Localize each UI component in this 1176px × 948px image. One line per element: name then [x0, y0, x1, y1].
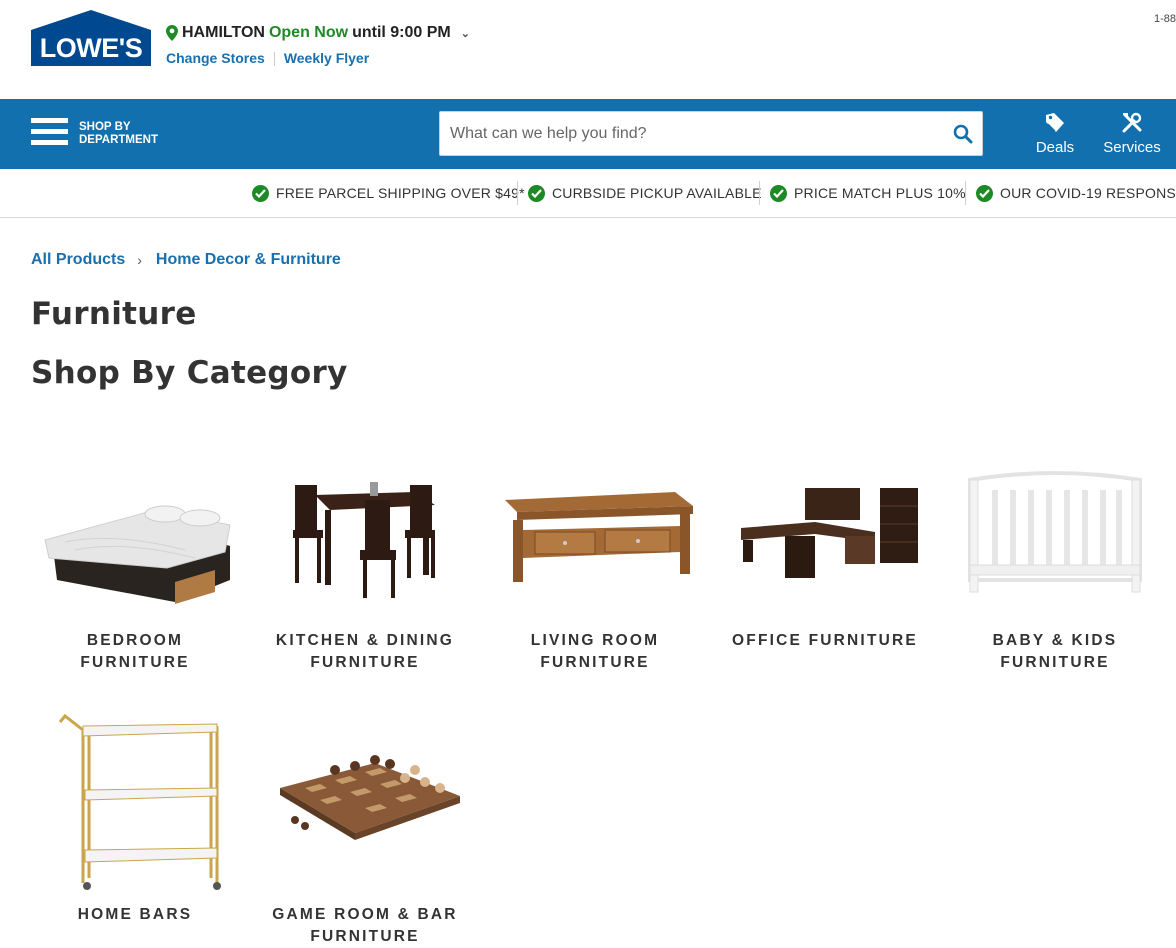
store-selector[interactable]: HAMILTON Open Now until 9:00 PM ⌄	[166, 24, 470, 42]
category-label: BABY & KIDS	[992, 632, 1118, 649]
promo-free-shipping[interactable]: FREE PARCEL SHIPPING OVER $49*	[252, 183, 525, 203]
category-game-room-bar-furniture[interactable]: GAME ROOM & BAR FURNITURE	[260, 708, 470, 948]
breadcrumb-all-products[interactable]: All Products	[31, 251, 125, 269]
breadcrumb-home-decor[interactable]: Home Decor & Furniture	[156, 251, 341, 269]
category-bedroom-furniture[interactable]: BEDROOM FURNITURE	[30, 470, 240, 674]
search-icon[interactable]	[953, 124, 973, 144]
services-button[interactable]: Services	[1100, 111, 1164, 156]
search-box	[439, 111, 983, 156]
category-office-furniture[interactable]: OFFICE FURNITURE	[720, 470, 930, 652]
shop-by-label: SHOP BY	[79, 121, 131, 133]
category-label: FURNITURE	[80, 654, 190, 671]
promo-curbside-pickup[interactable]: CURBSIDE PICKUP AVAILABLE	[528, 183, 762, 203]
divider	[759, 181, 760, 205]
category-label: GAME ROOM & BAR	[272, 906, 458, 923]
location-pin-icon	[166, 25, 178, 41]
office-desk-image	[725, 470, 925, 630]
hamburger-menu-icon[interactable]	[31, 118, 68, 148]
price-tag-icon	[1046, 113, 1064, 132]
check-circle-icon	[770, 184, 787, 202]
promo-price-match[interactable]: PRICE MATCH PLUS 10%	[770, 183, 966, 203]
bar-cart-image	[35, 708, 235, 904]
category-baby-kids-furniture[interactable]: BABY & KIDS FURNITURE	[950, 470, 1160, 674]
store-name: HAMILTON	[182, 24, 265, 41]
promo-text: PRICE MATCH PLUS 10%	[794, 185, 966, 201]
coffee-table-image	[495, 470, 695, 630]
services-label: Services	[1103, 139, 1161, 156]
category-living-room-furniture[interactable]: LIVING ROOM FURNITURE	[490, 470, 700, 674]
store-info: HAMILTON Open Now until 9:00 PM ⌄ Change…	[166, 24, 470, 66]
lowes-logo[interactable]: LOWE'S	[31, 10, 151, 66]
promo-text: CURBSIDE PICKUP AVAILABLE	[552, 185, 762, 201]
divider	[517, 181, 518, 205]
promo-covid-response[interactable]: OUR COVID-19 RESPONSE	[976, 183, 1176, 203]
open-status: Open Now	[268, 24, 349, 41]
category-label: FURNITURE	[310, 928, 420, 945]
top-header: LOWE'S HAMILTON Open Now until 9:00 PM ⌄…	[0, 0, 1176, 99]
category-home-bars[interactable]: HOME BARS	[30, 708, 240, 926]
chevron-down-icon[interactable]: ⌄	[461, 27, 470, 40]
chevron-right-icon: ›	[137, 252, 142, 268]
store-links: Change Stores Weekly Flyer	[166, 50, 470, 66]
category-label: FURNITURE	[1000, 654, 1110, 671]
check-circle-icon	[976, 184, 993, 202]
divider	[965, 181, 966, 205]
store-hours: until 9:00 PM	[352, 24, 451, 41]
svg-text:LOWE'S: LOWE'S	[40, 33, 142, 63]
category-label: OFFICE FURNITURE	[732, 632, 918, 649]
deals-button[interactable]: Deals	[1030, 111, 1080, 156]
promo-strip: FREE PARCEL SHIPPING OVER $49* CURBSIDE …	[0, 169, 1176, 218]
weekly-flyer-link[interactable]: Weekly Flyer	[284, 50, 369, 66]
search-input[interactable]	[440, 112, 930, 155]
category-label: FURNITURE	[310, 654, 420, 671]
category-label: BEDROOM	[86, 632, 184, 649]
chess-set-image	[265, 708, 465, 904]
tools-icon	[1122, 112, 1142, 133]
deals-label: Deals	[1035, 139, 1075, 156]
promo-text: OUR COVID-19 RESPONSE	[1000, 185, 1176, 201]
main-nav-bar: SHOP BY DEPARTMENT Deals Services	[0, 99, 1176, 169]
phone-number[interactable]: 1-88	[1154, 13, 1176, 25]
promo-text: FREE PARCEL SHIPPING OVER $49*	[276, 185, 525, 201]
category-label: KITCHEN & DINING	[275, 632, 455, 649]
category-label: FURNITURE	[540, 654, 650, 671]
category-label: HOME BARS	[77, 906, 193, 923]
change-stores-link[interactable]: Change Stores	[166, 50, 265, 66]
section-title: Shop By Category	[31, 355, 348, 391]
divider	[273, 52, 275, 66]
category-label: LIVING ROOM	[530, 632, 660, 649]
bed-image	[35, 470, 235, 630]
check-circle-icon	[252, 184, 269, 202]
shop-by-department-button[interactable]: SHOP BY DEPARTMENT	[79, 121, 169, 147]
check-circle-icon	[528, 184, 545, 202]
crib-image	[955, 470, 1155, 630]
category-kitchen-dining-furniture[interactable]: KITCHEN & DINING FURNITURE	[260, 470, 470, 674]
department-label: DEPARTMENT	[79, 134, 159, 146]
breadcrumb: All Products › Home Decor & Furniture	[31, 251, 341, 269]
page-title: Furniture	[31, 296, 197, 332]
dining-set-image	[265, 470, 465, 630]
